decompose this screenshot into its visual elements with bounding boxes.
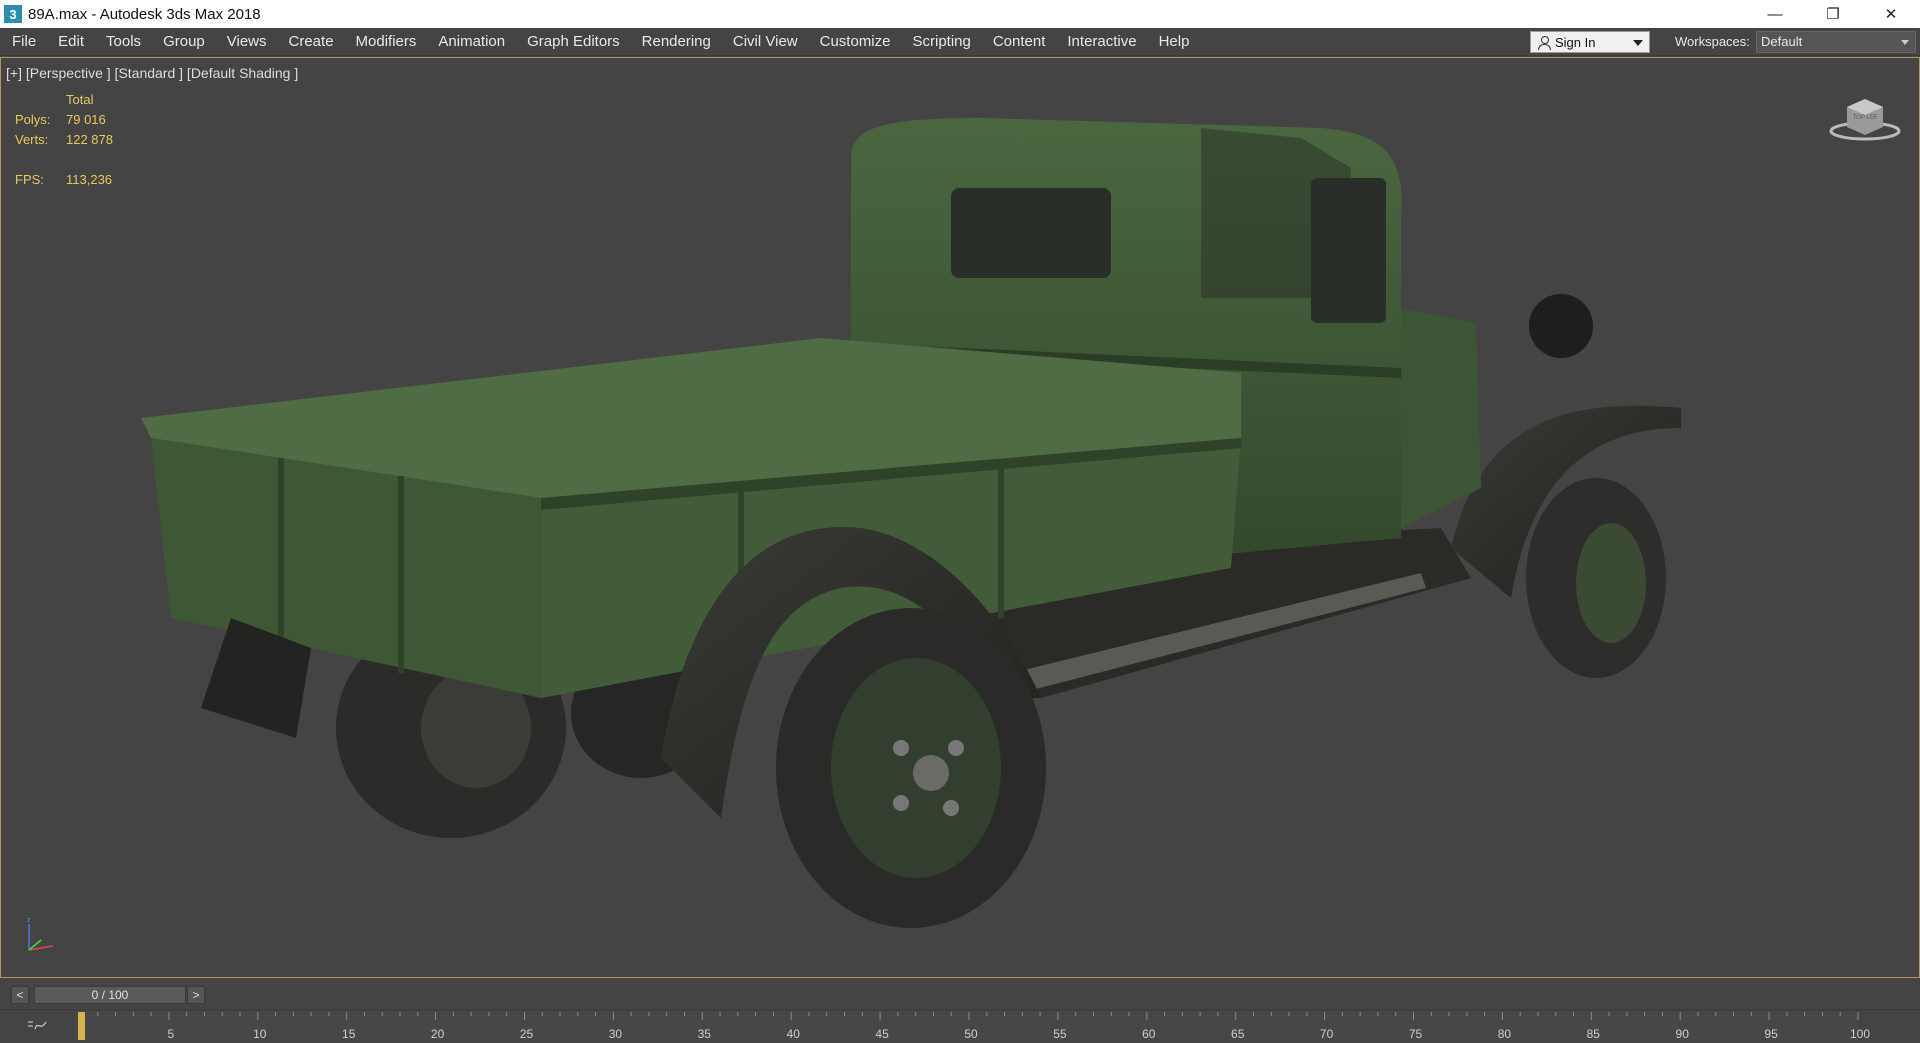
menu-bar: File Edit Tools Group Views Create Modif…	[0, 28, 1920, 56]
menu-graph-editors[interactable]: Graph Editors	[516, 28, 631, 56]
restore-button[interactable]: ❐	[1804, 0, 1862, 28]
viewcube-label: TOP LEF	[1853, 115, 1878, 121]
timeline-tick-label: 55	[1053, 1027, 1067, 1041]
timeline-tick-label: 80	[1498, 1027, 1512, 1041]
menu-customize[interactable]: Customize	[809, 28, 902, 56]
chevron-down-icon	[1901, 40, 1909, 45]
workspace-select[interactable]: Default	[1756, 31, 1916, 53]
timeline-tick-label: 100	[1850, 1027, 1870, 1041]
window-controls: — ❐ ✕	[1746, 0, 1920, 28]
sign-in-label: Sign In	[1555, 34, 1596, 50]
timeline-tick-label: 60	[1142, 1027, 1156, 1041]
menu-views[interactable]: Views	[216, 28, 278, 56]
menu-civil-view[interactable]: Civil View	[722, 28, 809, 56]
close-button[interactable]: ✕	[1862, 0, 1920, 28]
window-title: 89A.max - Autodesk 3ds Max 2018	[28, 5, 261, 23]
menu-animation[interactable]: Animation	[427, 28, 516, 56]
menu-rendering[interactable]: Rendering	[631, 28, 722, 56]
fps-label: FPS:	[15, 172, 44, 187]
menu-file[interactable]: File	[0, 28, 47, 56]
timeline-tick-label: 85	[1587, 1027, 1601, 1041]
next-frame-button[interactable]: >	[187, 986, 205, 1004]
svg-text:z: z	[27, 917, 31, 924]
sign-in-dropdown[interactable]: Sign In	[1530, 31, 1650, 53]
viewcube-icon[interactable]: TOP LEF	[1829, 93, 1901, 143]
polys-value: 79 016	[66, 112, 106, 127]
timeline-tick-label: 45	[875, 1027, 889, 1041]
timeline-tick-label: 30	[609, 1027, 623, 1041]
truck-3d-model[interactable]	[121, 58, 1721, 978]
previous-frame-button[interactable]: <	[11, 986, 29, 1004]
menu-edit[interactable]: Edit	[47, 28, 95, 56]
fps-value: 113,236	[66, 172, 113, 187]
timeline-tick-label: 90	[1676, 1027, 1690, 1041]
timeline-tick-label: 40	[787, 1027, 801, 1041]
timeline-tick-label: 15	[342, 1027, 356, 1041]
menu-tools[interactable]: Tools	[95, 28, 152, 56]
timeline-tick-label: 35	[698, 1027, 712, 1041]
menu-content[interactable]: Content	[982, 28, 1057, 56]
minimize-button[interactable]: —	[1746, 0, 1804, 28]
user-icon	[1537, 35, 1551, 50]
menu-create[interactable]: Create	[278, 28, 345, 56]
timeline-ruler[interactable]: 0510152025303540455055606570758085909510…	[0, 1010, 1920, 1043]
timeline-tick-label: 95	[1764, 1027, 1778, 1041]
track-bar[interactable]: 0510152025303540455055606570758085909510…	[0, 1009, 1920, 1042]
menu-interactive[interactable]: Interactive	[1056, 28, 1147, 56]
menu-modifiers[interactable]: Modifiers	[345, 28, 428, 56]
menu-group[interactable]: Group	[152, 28, 216, 56]
axis-tripod-icon: z	[27, 917, 54, 951]
timeline-tick-label: 50	[964, 1027, 978, 1041]
time-slider[interactable]: 0 / 100	[34, 986, 186, 1004]
3dsmax-app-icon[interactable]: 3	[4, 5, 22, 23]
chevron-down-icon	[1633, 40, 1643, 46]
menu-scripting[interactable]: Scripting	[901, 28, 981, 56]
title-bar: 3 89A.max - Autodesk 3ds Max 2018 — ❐ ✕	[0, 0, 1920, 28]
timeline-tick-label: 20	[431, 1027, 445, 1041]
timeline-tick-label: 10	[253, 1027, 267, 1041]
timeline-tick-label: 25	[520, 1027, 534, 1041]
verts-value: 122 878	[66, 132, 113, 147]
timeline-tick-label: 5	[168, 1027, 175, 1041]
time-slider-bar: < 0 / 100 >	[0, 979, 1920, 1009]
workspaces-label: Workspaces:	[1675, 34, 1750, 49]
polys-label: Polys:	[15, 112, 51, 127]
verts-label: Verts:	[15, 132, 49, 147]
timeline-tick-label: 75	[1409, 1027, 1423, 1041]
current-frame-marker[interactable]	[78, 1012, 85, 1040]
stats-header: Total	[66, 92, 94, 107]
timeline-tick-label: 70	[1320, 1027, 1334, 1041]
menu-help[interactable]: Help	[1148, 28, 1201, 56]
timeline-tick-label: 65	[1231, 1027, 1245, 1041]
perspective-viewport[interactable]: [+] [Perspective ] [Standard ] [Default …	[0, 57, 1920, 978]
workspace-value: Default	[1761, 34, 1803, 49]
